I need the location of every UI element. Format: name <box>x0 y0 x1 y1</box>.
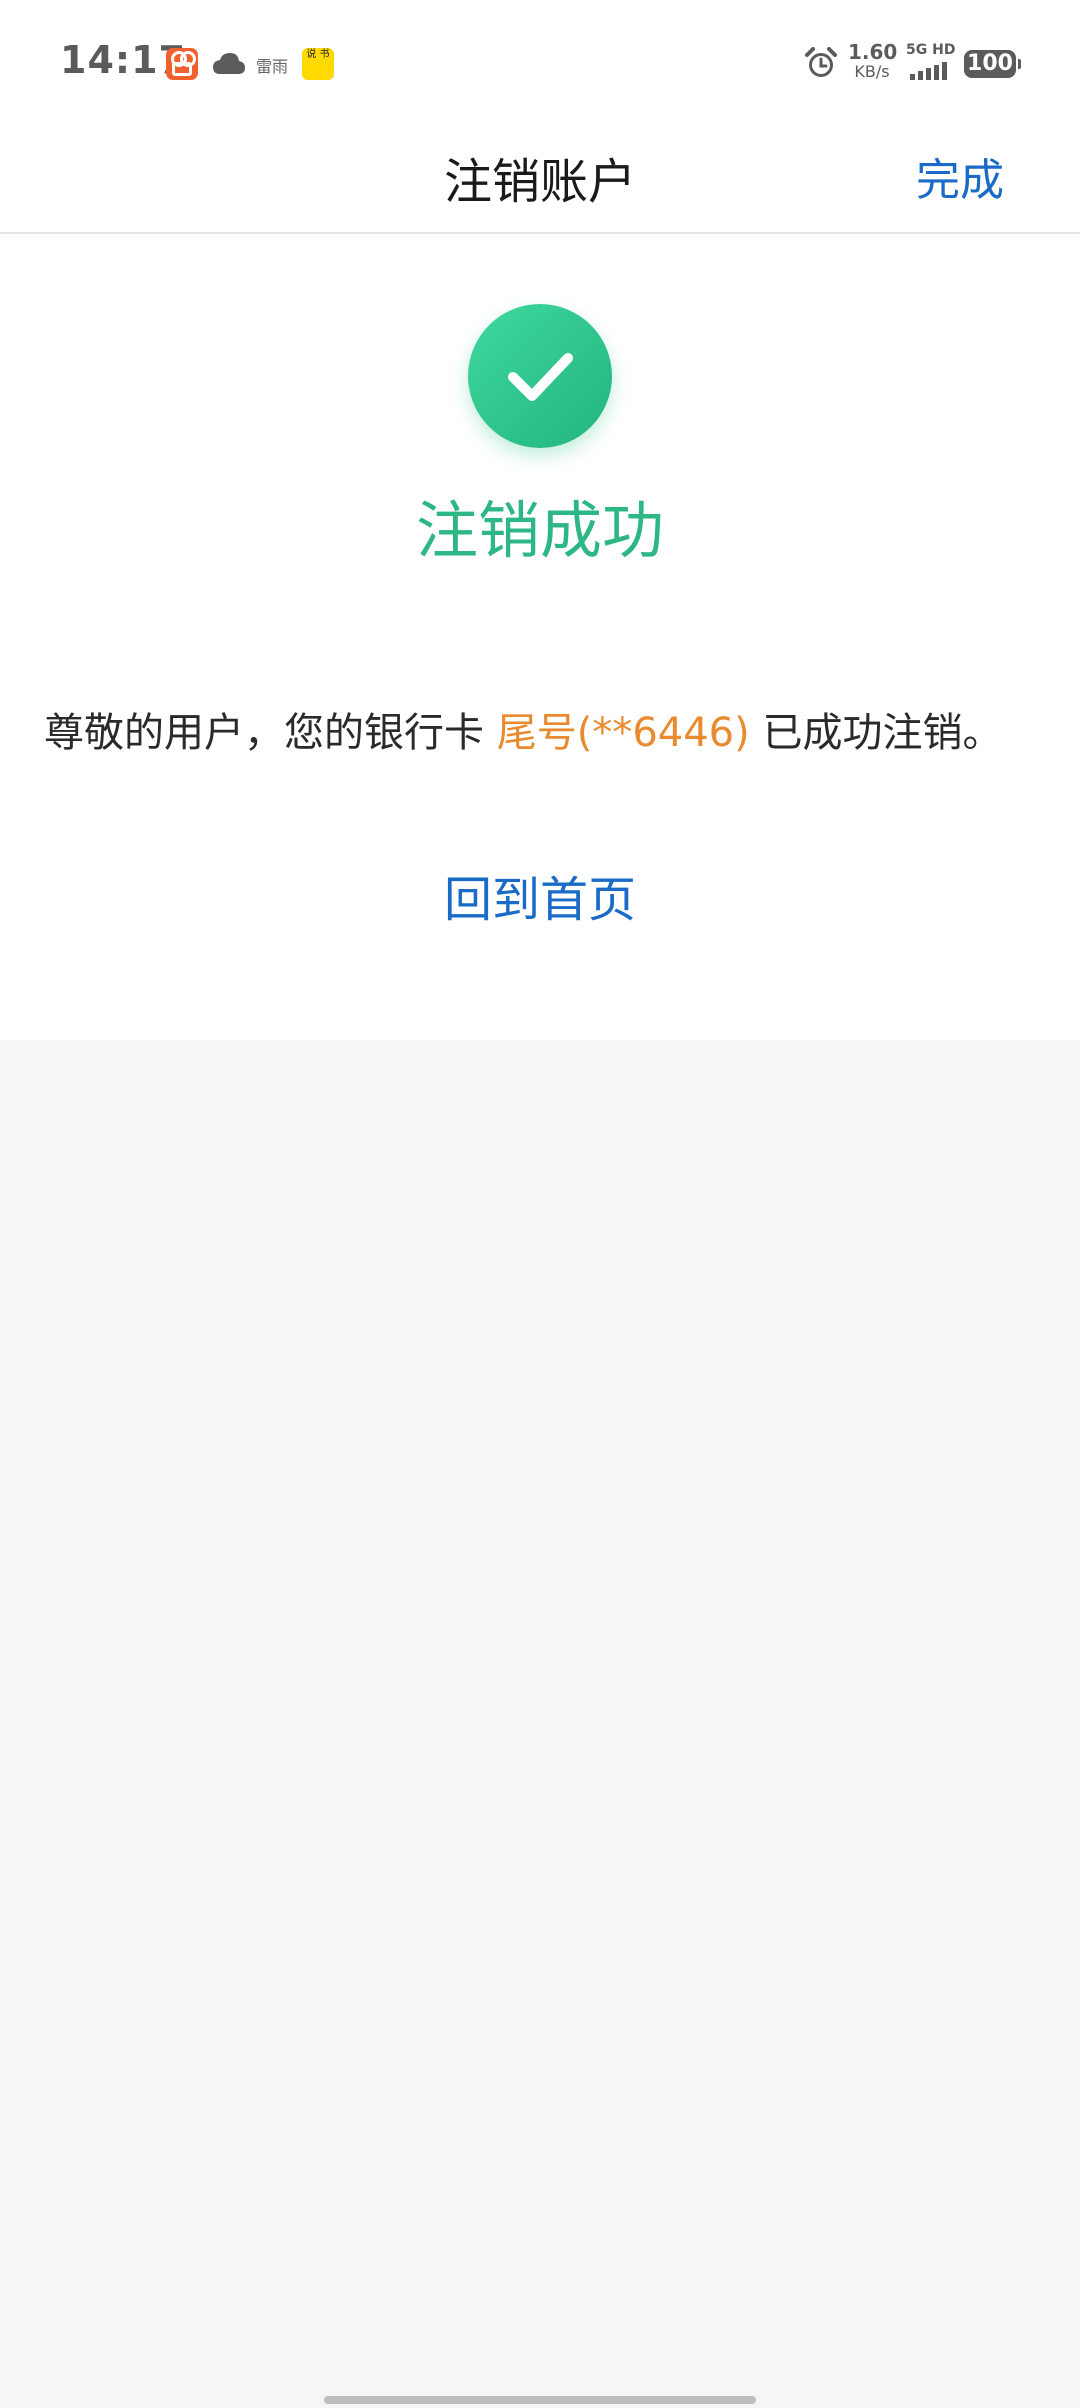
message-prefix: 尊敬的用户，您的银行卡 <box>44 710 497 756</box>
navigation-bar: 注销账户 完成 <box>0 124 1080 234</box>
cellular-signal: 5G HD <box>906 42 958 82</box>
home-indicator[interactable] <box>324 2396 756 2404</box>
kuaishou-app-icon <box>166 48 198 80</box>
done-button[interactable]: 完成 <box>916 144 1004 208</box>
network-speed: 1.60 KB/s <box>848 40 898 82</box>
result-panel: 注销成功 尊敬的用户，您的银行卡 尾号(**6446) 已成功注销。 回到首页 <box>0 234 1080 1040</box>
signal-bars-icon <box>910 62 947 80</box>
success-checkmark-icon <box>468 304 612 448</box>
network-speed-unit: KB/s <box>854 62 890 81</box>
alarm-clock-icon <box>805 47 837 77</box>
battery-icon: 100 <box>964 50 1021 78</box>
success-message: 尊敬的用户，您的银行卡 尾号(**6446) 已成功注销。 <box>44 700 1002 758</box>
network-speed-value: 1.60 <box>848 40 898 64</box>
status-bar: 14:17 雷雨 说 书 1.60 KB/s 5G HD 100 <box>0 0 1080 124</box>
cloud-icon <box>213 53 245 74</box>
yellow-app-icon: 说 书 <box>302 48 334 80</box>
card-tail-number: 尾号(**6446) <box>496 710 750 756</box>
message-suffix: 已成功注销。 <box>749 710 1003 756</box>
back-to-home-link[interactable]: 回到首页 <box>0 860 1080 930</box>
success-title: 注销成功 <box>415 494 664 567</box>
network-type-label: 5G HD <box>906 42 956 58</box>
weather-text: 雷雨 <box>256 57 289 76</box>
